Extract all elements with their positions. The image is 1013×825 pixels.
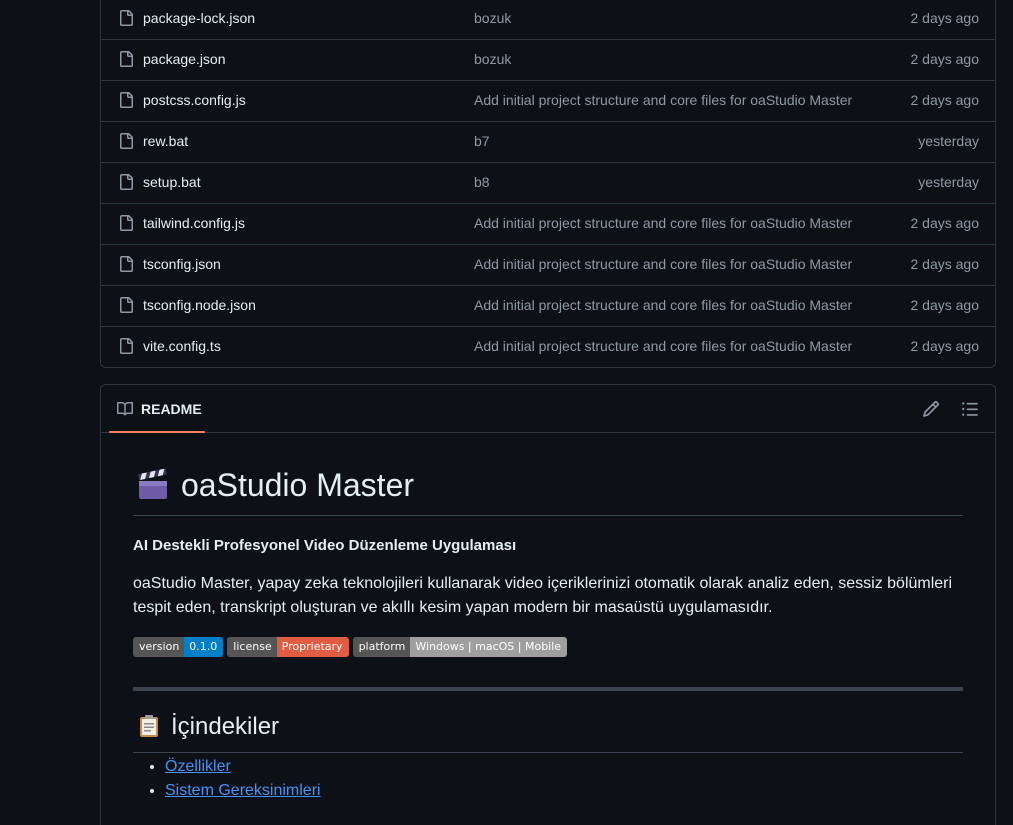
tab-underline xyxy=(109,431,205,433)
commit-message[interactable]: Add initial project structure and core f… xyxy=(474,338,856,354)
file-name[interactable]: rew.bat xyxy=(143,133,188,149)
file-icon xyxy=(120,133,133,149)
commit-time: 2 days ago xyxy=(910,215,980,231)
badge-value: Windows | macOS | Mobile xyxy=(410,637,568,657)
book-icon xyxy=(117,401,133,416)
file-row[interactable]: tailwind.config.js Add initial project s… xyxy=(101,203,995,244)
pencil-icon[interactable] xyxy=(922,400,940,418)
commit-time: 2 days ago xyxy=(910,256,980,272)
file-icon xyxy=(120,215,133,231)
file-row[interactable]: package-lock.json bozuk 2 days ago xyxy=(101,0,995,39)
readme-header: README xyxy=(101,385,995,433)
toc-list: Özellikler Sistem Gereksinimleri xyxy=(133,755,321,803)
commit-message[interactable]: b8 xyxy=(474,174,856,190)
file-row[interactable]: tsconfig.node.json Add initial project s… xyxy=(101,285,995,326)
readme-title-text: oaStudio Master xyxy=(181,467,415,503)
readme-subtitle: AI Destekli Profesyonel Video Düzenleme … xyxy=(133,537,517,554)
commit-message[interactable]: bozuk xyxy=(474,51,856,67)
file-icon xyxy=(120,51,133,67)
list-icon[interactable] xyxy=(961,400,979,418)
tab-readme[interactable]: README xyxy=(109,385,205,433)
readme-description: oaStudio Master, yapay zeka teknolojiler… xyxy=(133,575,953,616)
file-row[interactable]: setup.bat b8 yesterday xyxy=(101,162,995,203)
tab-label: README xyxy=(141,401,202,417)
badge-key: version xyxy=(133,637,185,657)
list-item: Sistem Gereksinimleri xyxy=(165,779,321,803)
commit-time: yesterday xyxy=(918,174,979,190)
clapperboard-icon xyxy=(137,469,167,499)
readme-panel: README oaStudio Master AI Destekli Profe… xyxy=(100,384,996,825)
file-icon xyxy=(120,10,133,26)
commit-time: 2 days ago xyxy=(910,297,980,313)
file-row[interactable]: vite.config.ts Add initial project struc… xyxy=(101,326,995,367)
badge-row: version 0.1.0 license Proprietary platfo… xyxy=(133,637,568,657)
horizontal-rule xyxy=(133,687,963,691)
file-name[interactable]: tailwind.config.js xyxy=(143,215,245,231)
badge-key: platform xyxy=(352,637,411,657)
clipboard-icon xyxy=(140,715,158,737)
commit-time: yesterday xyxy=(918,133,979,149)
file-icon xyxy=(120,338,133,354)
platform-badge[interactable]: platform Windows | macOS | Mobile xyxy=(352,637,568,657)
toc-link-features[interactable]: Özellikler xyxy=(165,758,231,775)
file-icon xyxy=(120,297,133,313)
file-name[interactable]: package.json xyxy=(143,51,226,67)
file-name[interactable]: vite.config.ts xyxy=(143,338,221,354)
file-row[interactable]: package.json bozuk 2 days ago xyxy=(101,39,995,80)
file-name[interactable]: setup.bat xyxy=(143,174,201,190)
file-name[interactable]: postcss.config.js xyxy=(143,92,246,108)
commit-message[interactable]: Add initial project structure and core f… xyxy=(474,256,856,272)
file-name[interactable]: package-lock.json xyxy=(143,10,255,26)
file-icon xyxy=(120,174,133,190)
commit-message[interactable]: Add initial project structure and core f… xyxy=(474,297,856,313)
badge-key: license xyxy=(227,637,277,657)
file-icon xyxy=(120,92,133,108)
commit-message[interactable]: b7 xyxy=(474,133,856,149)
commit-time: 2 days ago xyxy=(910,51,980,67)
file-icon xyxy=(120,256,133,272)
toc-heading: İçindekiler xyxy=(133,713,963,753)
file-list: package-lock.json bozuk 2 days ago packa… xyxy=(100,0,996,368)
file-name[interactable]: tsconfig.node.json xyxy=(143,297,256,313)
commit-time: 2 days ago xyxy=(910,338,980,354)
readme-title: oaStudio Master xyxy=(133,467,963,516)
file-row[interactable]: rew.bat b7 yesterday xyxy=(101,121,995,162)
file-name[interactable]: tsconfig.json xyxy=(143,256,221,272)
license-badge[interactable]: license Proprietary xyxy=(227,637,349,657)
commit-message[interactable]: bozuk xyxy=(474,10,856,26)
badge-value: Proprietary xyxy=(276,637,349,657)
file-row[interactable]: tsconfig.json Add initial project struct… xyxy=(101,244,995,285)
commit-message[interactable]: Add initial project structure and core f… xyxy=(474,92,856,108)
badge-value: 0.1.0 xyxy=(184,637,224,657)
list-item: Özellikler xyxy=(165,755,321,779)
toc-heading-text: İçindekiler xyxy=(171,713,280,740)
commit-time: 2 days ago xyxy=(910,10,980,26)
commit-message[interactable]: Add initial project structure and core f… xyxy=(474,215,856,231)
toc-link-requirements[interactable]: Sistem Gereksinimleri xyxy=(165,782,321,799)
file-row[interactable]: postcss.config.js Add initial project st… xyxy=(101,80,995,121)
commit-time: 2 days ago xyxy=(910,92,980,108)
version-badge[interactable]: version 0.1.0 xyxy=(133,637,224,657)
